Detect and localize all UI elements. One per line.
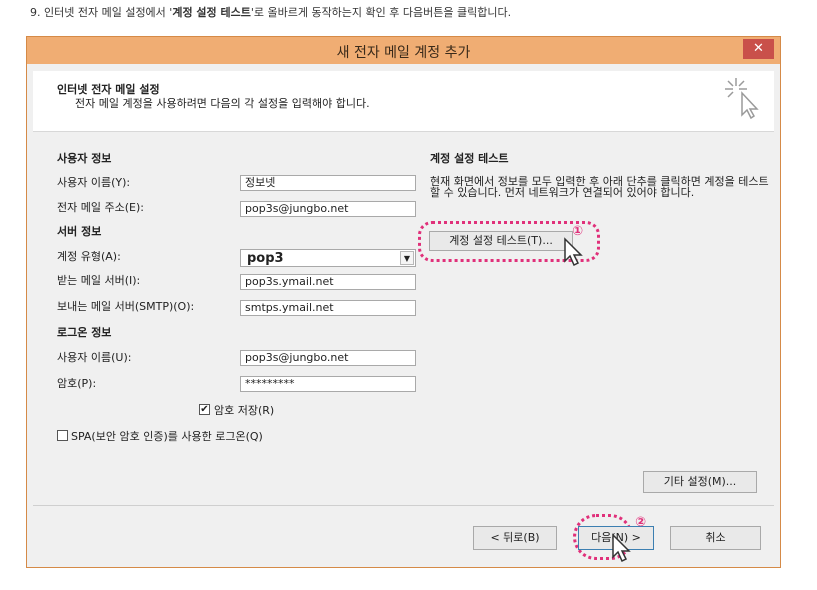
outgoing-server-field[interactable]: smtps.ymail.net bbox=[240, 300, 416, 316]
instruction-suffix: '로 올바르게 동작하는지 확인 후 다음버튼을 클릭합니다. bbox=[250, 6, 512, 19]
close-button[interactable]: ✕ bbox=[743, 39, 774, 59]
incoming-server-field[interactable]: pop3s.ymail.net bbox=[240, 274, 416, 290]
pointer-cursor-icon bbox=[564, 237, 583, 267]
email-address-label: 전자 메일 주소(E): bbox=[57, 201, 144, 214]
outgoing-server-label: 보내는 메일 서버(SMTP)(O): bbox=[57, 300, 195, 313]
test-description: 현재 화면에서 정보를 모두 입력한 후 아래 단추를 클릭하면 계정을 테스트… bbox=[430, 175, 769, 199]
logon-username-label: 사용자 이름(U): bbox=[57, 351, 132, 364]
spa-checkbox[interactable] bbox=[57, 430, 68, 441]
instruction-bold: 계정 설정 테스트 bbox=[172, 6, 251, 19]
email-address-field[interactable]: pop3s@jungbo.net bbox=[240, 201, 416, 217]
more-settings-button[interactable]: 기타 설정(M)... bbox=[643, 471, 757, 493]
account-type-value: pop3 bbox=[247, 251, 284, 266]
marker-2: ② bbox=[635, 515, 647, 530]
sparkle-cursor-icon bbox=[725, 78, 759, 120]
settings-body: 사용자 정보 사용자 이름(Y): 정보넷 전자 메일 주소(E): pop3s… bbox=[33, 132, 774, 506]
test-account-settings-button[interactable]: 계정 설정 테스트(T)... bbox=[429, 231, 573, 251]
save-password-label: 암호 저장(R) bbox=[214, 404, 275, 417]
logon-username-field[interactable]: pop3s@jungbo.net bbox=[240, 350, 416, 366]
server-info-title: 서버 정보 bbox=[57, 225, 102, 238]
password-field[interactable]: ********* bbox=[240, 376, 416, 392]
header-panel: 인터넷 전자 메일 설정 전자 메일 계정을 사용하려면 다음의 각 설정을 입… bbox=[33, 71, 774, 132]
account-type-label: 계정 유형(A): bbox=[57, 250, 121, 263]
add-account-dialog: 새 전자 메일 계정 추가 ✕ 인터넷 전자 메일 설정 전자 메일 계정을 사… bbox=[26, 36, 781, 568]
instruction-prefix: 9. 인터넷 전자 메일 설정에서 ' bbox=[30, 6, 173, 19]
cancel-button[interactable]: 취소 bbox=[670, 526, 761, 550]
password-label: 암호(P): bbox=[57, 377, 97, 390]
instruction-text: 9. 인터넷 전자 메일 설정에서 '계정 설정 테스트'로 올바르게 동작하는… bbox=[30, 4, 511, 20]
header-description: 전자 메일 계정을 사용하려면 다음의 각 설정을 입력해야 합니다. bbox=[75, 97, 370, 110]
title-bar: 새 전자 메일 계정 추가 ✕ bbox=[27, 37, 780, 64]
logon-info-title: 로그온 정보 bbox=[57, 326, 112, 339]
back-button[interactable]: < 뒤로(B) bbox=[473, 526, 557, 550]
incoming-server-label: 받는 메일 서버(I): bbox=[57, 274, 141, 287]
user-info-title: 사용자 정보 bbox=[57, 152, 112, 165]
spa-label: SPA(보안 암호 인증)를 사용한 로그온(Q) bbox=[71, 430, 263, 443]
pointer-cursor-icon bbox=[612, 533, 631, 563]
user-name-field[interactable]: 정보넷 bbox=[240, 175, 416, 191]
test-section-title: 계정 설정 테스트 bbox=[430, 152, 509, 165]
account-type-select[interactable]: pop3 ▼ bbox=[240, 249, 416, 267]
dialog-title: 새 전자 메일 계정 추가 bbox=[336, 45, 471, 61]
user-name-label: 사용자 이름(Y): bbox=[57, 176, 131, 189]
chevron-down-icon[interactable]: ▼ bbox=[400, 251, 414, 265]
save-password-checkbox[interactable]: ✔ bbox=[199, 404, 210, 415]
